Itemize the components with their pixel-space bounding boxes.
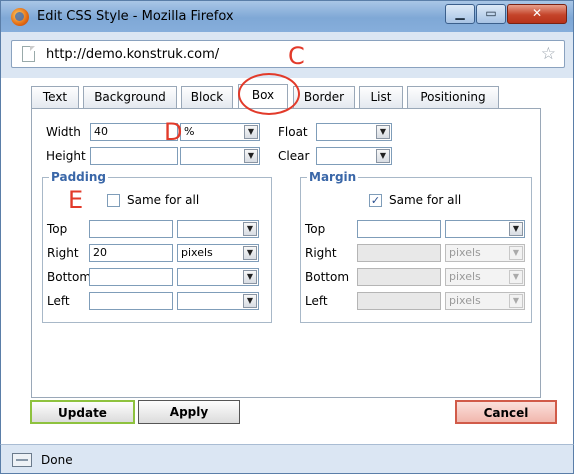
margin-bottom-label: Bottom (305, 270, 350, 284)
chevron-down-icon: ▼ (509, 222, 523, 236)
annotation-c: C (288, 42, 305, 70)
chevron-down-icon: ▼ (509, 246, 523, 260)
update-button[interactable]: Update (30, 400, 135, 424)
close-button[interactable]: ✕ (507, 4, 567, 24)
maximize-icon: ▭ (485, 6, 497, 20)
tab-text[interactable]: Text (31, 86, 79, 108)
width-unit-value: % (184, 125, 195, 138)
padding-same-checkbox[interactable] (107, 194, 120, 207)
width-label: Width (46, 125, 81, 139)
margin-bottom-unit-select: pixels ▼ (445, 268, 525, 286)
padding-top-input[interactable] (89, 220, 173, 238)
height-input[interactable] (90, 147, 178, 165)
maximize-button[interactable]: ▭ (476, 4, 506, 24)
padding-top-unit-select[interactable]: ▼ (177, 220, 259, 238)
height-unit-select[interactable]: ▼ (180, 147, 260, 165)
clear-label: Clear (278, 149, 310, 163)
margin-left-input (357, 292, 441, 310)
height-label: Height (46, 149, 86, 163)
padding-bottom-label: Bottom (47, 270, 92, 284)
chevron-down-icon: ▼ (509, 270, 523, 284)
status-icon (12, 453, 32, 467)
minimize-icon: ▁ (455, 6, 465, 20)
url-text: http://demo.konstruk.com/ (46, 47, 220, 62)
padding-same-label: Same for all (127, 193, 200, 207)
url-bar: http://demo.konstruk.com/ ☆ (0, 32, 574, 78)
padding-right-unit-select[interactable]: pixels ▼ (177, 244, 259, 262)
margin-left-unit-value: pixels (449, 294, 481, 307)
check-icon: ✓ (370, 194, 381, 207)
status-bar: Done (0, 444, 574, 474)
margin-right-label: Right (305, 246, 337, 260)
margin-right-unit-value: pixels (449, 246, 481, 259)
padding-left-unit-select[interactable]: ▼ (177, 292, 259, 310)
margin-same-label: Same for all (389, 193, 462, 207)
margin-top-unit-select[interactable]: ▼ (445, 220, 525, 238)
window-title: Edit CSS Style - Mozilla Firefox (37, 9, 234, 24)
padding-left-input[interactable] (89, 292, 173, 310)
margin-left-label: Left (305, 294, 328, 308)
annotation-circle (238, 73, 300, 115)
bookmark-star-icon[interactable]: ☆ (541, 44, 556, 64)
margin-right-input (357, 244, 441, 262)
tab-background[interactable]: Background (83, 86, 177, 108)
apply-button[interactable]: Apply (138, 400, 240, 424)
margin-legend: Margin (307, 170, 359, 184)
status-text: Done (41, 453, 73, 467)
padding-right-input[interactable]: 20 (89, 244, 173, 262)
dialog-content: Text Background Block Box Border List Po… (0, 78, 574, 444)
chevron-down-icon: ▼ (509, 294, 523, 308)
padding-right-unit-value: pixels (181, 246, 213, 259)
padding-right-label: Right (47, 246, 79, 260)
minimize-button[interactable]: ▁ (445, 4, 475, 24)
margin-group: Margin ✓ Same for all Top ▼ Right pixels… (300, 170, 532, 323)
margin-bottom-unit-value: pixels (449, 270, 481, 283)
chevron-down-icon: ▼ (244, 125, 258, 139)
padding-top-label: Top (47, 222, 68, 236)
float-label: Float (278, 125, 308, 139)
tab-list[interactable]: List (359, 86, 403, 108)
annotation-d: D (164, 118, 183, 146)
title-bar: Edit CSS Style - Mozilla Firefox ▁ ▭ ✕ (0, 0, 574, 32)
box-panel: Width 40 % ▼ Height ▼ Float ▼ Clear ▼ Pa… (31, 108, 541, 398)
firefox-icon (11, 8, 29, 26)
chevron-down-icon: ▼ (243, 222, 257, 236)
chevron-down-icon: ▼ (376, 149, 390, 163)
clear-select[interactable]: ▼ (316, 147, 392, 165)
tab-border[interactable]: Border (293, 86, 355, 108)
chevron-down-icon: ▼ (243, 270, 257, 284)
close-icon: ✕ (531, 6, 543, 20)
chevron-down-icon: ▼ (243, 294, 257, 308)
margin-left-unit-select: pixels ▼ (445, 292, 525, 310)
cancel-button[interactable]: Cancel (455, 400, 557, 424)
tab-positioning[interactable]: Positioning (407, 86, 499, 108)
margin-top-input[interactable] (357, 220, 441, 238)
margin-top-label: Top (305, 222, 326, 236)
chevron-down-icon: ▼ (376, 125, 390, 139)
margin-right-unit-select: pixels ▼ (445, 244, 525, 262)
tab-block[interactable]: Block (181, 86, 233, 108)
chevron-down-icon: ▼ (243, 246, 257, 260)
margin-same-checkbox[interactable]: ✓ (369, 194, 382, 207)
annotation-e: E (68, 186, 84, 214)
page-icon (22, 46, 35, 62)
padding-bottom-unit-select[interactable]: ▼ (177, 268, 259, 286)
padding-left-label: Left (47, 294, 70, 308)
width-unit-select[interactable]: % ▼ (180, 123, 260, 141)
padding-bottom-input[interactable] (89, 268, 173, 286)
margin-bottom-input (357, 268, 441, 286)
chevron-down-icon: ▼ (244, 149, 258, 163)
padding-legend: Padding (49, 170, 108, 184)
float-select[interactable]: ▼ (316, 123, 392, 141)
